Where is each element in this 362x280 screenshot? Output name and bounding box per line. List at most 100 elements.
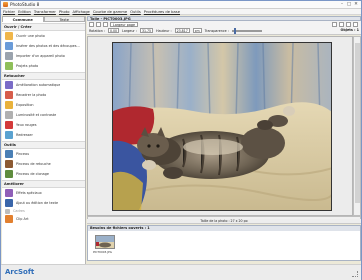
menu-fichier[interactable]: Fichier: [3, 10, 15, 14]
left-item-label: Pinceau: [16, 152, 30, 156]
resize-grip-icon[interactable]: [352, 271, 358, 277]
left-item[interactable]: Importer d'un appareil photo: [2, 51, 85, 61]
save-icon[interactable]: [339, 21, 344, 27]
left-item-label: Clip Art: [16, 217, 29, 221]
email-icon[interactable]: [346, 21, 351, 27]
section-header: Retoucher: [2, 72, 85, 80]
exposure-icon: [5, 101, 13, 109]
left-item[interactable]: Ajout ou édition de texte: [2, 198, 85, 208]
maximize-icon[interactable]: □: [346, 2, 352, 8]
text-icon: [5, 199, 13, 207]
menu-transformer[interactable]: Transformer: [34, 10, 56, 14]
camera-icon: [5, 52, 13, 60]
left-item[interactable]: Pinceau: [2, 149, 85, 159]
left-item[interactable]: Projets photo: [2, 61, 85, 71]
left-item-label: Amélioration automatique: [16, 83, 61, 87]
brightness-icon: [5, 111, 13, 119]
minimize-icon[interactable]: –: [339, 2, 345, 8]
menu-bar: Fichier Edition Transformer Photo Affich…: [1, 9, 361, 15]
left-item[interactable]: Luminosité et contraste: [2, 110, 85, 120]
vertical-scrollbar[interactable]: [353, 36, 361, 216]
canvas-area[interactable]: [87, 36, 353, 216]
properties-bar: Rotation : 0.00 Largeur : 31.75 Hauteur …: [87, 27, 361, 35]
left-item-label: Recadrer la photo: [16, 93, 47, 97]
left-item-label: Projets photo: [16, 64, 39, 68]
fit-icon[interactable]: [103, 21, 108, 27]
clone-brush-icon: [5, 170, 13, 178]
left-item[interactable]: Effets spéciaux: [2, 188, 85, 198]
left-item[interactable]: Pinceau de clonage: [2, 169, 85, 179]
left-tabs: Commune Texte: [2, 16, 85, 22]
tab-texte[interactable]: Texte: [43, 16, 85, 22]
left-item-label: Importer d'un appareil photo: [16, 54, 65, 58]
menu-procedures[interactable]: Procédures de base: [144, 10, 180, 14]
arcsoft-logo: ArcSoft: [5, 268, 35, 276]
help-icon[interactable]: [353, 21, 358, 27]
vertical-scroll-thumb[interactable]: [355, 43, 360, 203]
section-header: Outils: [2, 141, 85, 149]
unit-select[interactable]: cm: [192, 28, 202, 33]
picture-icon: [5, 42, 13, 50]
left-item[interactable]: Insérer des photos et des découpes...: [2, 41, 85, 51]
left-panel: Commune Texte Ouvrir / Créer Ouvrir une p…: [2, 16, 86, 264]
zoom-select[interactable]: Largeur page: [110, 21, 139, 27]
open-files-panel: Besoins de fichiers ouverts : 1 PICT0003…: [87, 225, 361, 261]
magic-wand-icon: [5, 81, 13, 89]
section-header: Ouvrir / Créer: [2, 23, 85, 31]
objects-count: Objets : 1: [340, 28, 360, 32]
section-header: Améliorer: [2, 180, 85, 188]
rotation-field[interactable]: 0.00: [107, 28, 120, 33]
frame-icon: [5, 208, 10, 214]
status-bar: ArcSoft: [1, 264, 361, 280]
left-item-label: Pinceau de retouche: [16, 162, 51, 166]
left-item[interactable]: Recadrer la photo: [2, 90, 85, 100]
thumbnail-label: PICT0003.JPG: [93, 250, 112, 254]
left-item-label: Cadres: [13, 209, 25, 213]
menu-photo[interactable]: Photo: [59, 10, 70, 14]
zoom-in-icon[interactable]: [96, 21, 101, 27]
thumbnail-image: [96, 236, 114, 248]
crop-icon: [5, 91, 13, 99]
left-item-label: Ouvrir une photo: [16, 34, 45, 38]
height-field[interactable]: 23.817: [174, 28, 190, 33]
zoom-out-icon[interactable]: [89, 21, 94, 27]
cat-photo[interactable]: [112, 42, 332, 211]
rotation-label: Rotation :: [89, 28, 105, 33]
open-files-header: Besoins de fichiers ouverts : 1: [88, 226, 360, 231]
window-title: PhotoStudio 8: [10, 2, 40, 7]
height-label: Hauteur :: [156, 28, 172, 33]
left-item-label: Luminosité et contraste: [16, 113, 57, 117]
left-item[interactable]: Yeux rouges: [2, 120, 85, 130]
left-item[interactable]: Amélioration automatique: [2, 80, 85, 90]
menu-affichage[interactable]: Affichage: [72, 10, 89, 14]
left-item-label: Ajout ou édition de texte: [16, 201, 59, 205]
width-field[interactable]: 31.75: [139, 28, 154, 33]
transparency-slider[interactable]: [231, 27, 262, 34]
left-item-label: Pinceau de clonage: [16, 172, 49, 176]
close-icon[interactable]: ✕: [353, 2, 359, 8]
left-item[interactable]: Redresser: [2, 130, 85, 140]
menu-outils[interactable]: Outils: [130, 10, 141, 14]
left-item[interactable]: Exposition: [2, 100, 85, 110]
left-item[interactable]: Ouvrir une photo: [2, 31, 85, 41]
menu-edition[interactable]: Edition: [18, 10, 31, 14]
left-sections: Ouvrir / Créer Ouvrir une photo Insérer de…: [2, 23, 85, 224]
app-window: PhotoStudio 8 – □ ✕ Fichier Edition Tran…: [0, 0, 362, 280]
slider-thumb[interactable]: [233, 27, 236, 34]
projects-icon: [5, 62, 13, 70]
effects-icon: [5, 189, 13, 197]
width-label: Largeur :: [122, 28, 137, 33]
left-item-label: Redresser: [16, 133, 33, 137]
red-eye-icon: [5, 121, 13, 129]
left-item[interactable]: Clip Art: [2, 214, 85, 224]
print-icon[interactable]: [332, 21, 337, 27]
left-item-label: Yeux rouges: [16, 123, 37, 127]
file-thumbnail[interactable]: [95, 235, 115, 249]
photo-image: [113, 43, 331, 210]
straighten-icon: [5, 131, 13, 139]
left-item[interactable]: Pinceau de retouche: [2, 159, 85, 169]
tab-commune[interactable]: Commune: [2, 16, 44, 22]
title-bar: PhotoStudio 8 – □ ✕: [1, 1, 361, 9]
left-item-label: Exposition: [16, 103, 34, 107]
menu-courbe[interactable]: Courbe de gamme: [93, 10, 127, 14]
